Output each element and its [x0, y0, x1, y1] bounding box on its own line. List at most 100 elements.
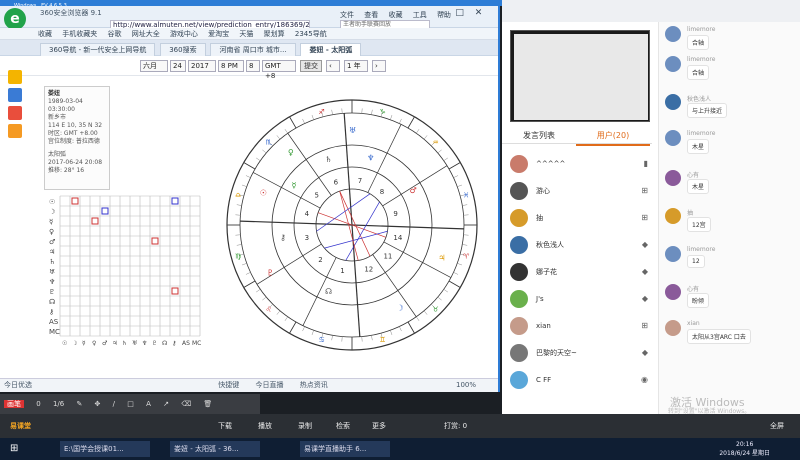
video-preview[interactable]: [510, 30, 650, 122]
bookmark-item[interactable]: 收藏: [38, 30, 52, 38]
house-number: 3: [305, 234, 309, 242]
chat-nick: 心有: [687, 286, 700, 293]
planet-glyph: ♄: [122, 340, 127, 347]
planet-glyph: ♃: [112, 340, 117, 347]
trash-icon[interactable]: 🗑: [203, 400, 212, 408]
tab-360nav[interactable]: 360导航 - 新一代安全上网导航: [40, 43, 156, 56]
weibo-icon[interactable]: [8, 106, 22, 120]
video-content: [514, 34, 648, 120]
text-icon[interactable]: A: [146, 400, 151, 408]
user-list-item[interactable]: 巴黎的天空~ ◆: [510, 339, 648, 366]
status-item[interactable]: 今日直播: [255, 381, 283, 389]
user-list-item[interactable]: J's ◆: [510, 285, 648, 312]
game-icon[interactable]: [8, 124, 22, 138]
arrow-icon[interactable]: ↗: [163, 400, 169, 408]
planet-glyph: ☽: [72, 340, 77, 347]
user-list-item[interactable]: ^^^^^ ▮: [510, 150, 648, 177]
hour-select[interactable]: 8 PM: [218, 60, 244, 72]
tab-strip: 360导航 - 新一代安全上网导航 360搜索 河南省 周口市 城市... 娄妞…: [0, 40, 498, 56]
minimize-icon[interactable]: –: [440, 8, 445, 18]
eraser-icon[interactable]: ⌫: [181, 400, 191, 408]
user-list-item[interactable]: 抽 ⊞: [510, 204, 648, 231]
avatar: [665, 170, 681, 186]
planet-glyph: ♀: [288, 148, 294, 157]
close-icon[interactable]: ✕: [475, 8, 483, 18]
taskbar-item[interactable]: 娄妞 - 太阳弧 - 36...: [170, 441, 260, 457]
start-icon[interactable]: ⊞: [6, 441, 22, 457]
tab-speech-list[interactable]: 发言列表: [502, 128, 576, 144]
app-icon[interactable]: [8, 88, 22, 102]
user-list-item[interactable]: xian ⊞: [510, 312, 648, 339]
bookmark-item[interactable]: 天猫: [239, 30, 253, 38]
minute-select[interactable]: 8: [246, 60, 260, 72]
prev-button[interactable]: ‹: [326, 60, 340, 72]
android-icon: ◆: [641, 267, 648, 276]
info-line: 宫位制度: 普拉西德: [48, 138, 100, 145]
taskbar-item[interactable]: E:\国学会授课01...: [60, 441, 150, 457]
submit-button[interactable]: 提交: [300, 60, 322, 72]
planet-glyph: ♂: [410, 186, 417, 195]
status-item[interactable]: 快捷键: [218, 381, 239, 389]
status-left[interactable]: 今日优选: [4, 381, 32, 389]
bookmark-item[interactable]: 爱淘宝: [208, 30, 229, 38]
tab-chart[interactable]: 娄妞 - 太阳弧: [300, 43, 362, 56]
move-icon[interactable]: ✥: [95, 400, 101, 408]
clock[interactable]: 20:16 2018/6/24 星期日: [719, 440, 770, 458]
house-number: 2: [318, 256, 322, 264]
bookmark-item[interactable]: 2345导航: [295, 30, 327, 38]
wheel-line: [236, 244, 242, 246]
tab-henan[interactable]: 河南省 周口市 城市...: [210, 43, 296, 56]
user-list-item[interactable]: 娜子花 ◆: [510, 258, 648, 285]
wheel-line: [462, 244, 468, 246]
wheel-line: [351, 224, 464, 230]
menu-view[interactable]: 查看: [364, 11, 378, 19]
bookmark-item[interactable]: 谷歌: [107, 30, 121, 38]
download-button[interactable]: 下载: [218, 414, 232, 438]
bookmark-item[interactable]: 手机收藏夹: [62, 30, 97, 38]
avatar: [510, 370, 528, 389]
browser-logo[interactable]: e: [4, 8, 26, 30]
maximize-icon[interactable]: □: [455, 8, 464, 18]
wheel-line: [331, 109, 333, 115]
zodiac-sign: ♓: [463, 191, 469, 199]
rect-icon[interactable]: □: [127, 400, 134, 408]
fullscreen-button[interactable]: 全屏: [770, 414, 784, 438]
search-button[interactable]: 检索: [336, 414, 350, 438]
bookmark-item[interactable]: 网址大全: [132, 30, 160, 38]
zoom-level[interactable]: 100%: [456, 379, 476, 392]
play-button[interactable]: 播放: [258, 414, 272, 438]
taskbar-item[interactable]: 易课学直播助手 6...: [300, 441, 390, 457]
chat-panel: limemore 合轴 limemore 合轴 秋色浅人 与上升接近 limemore 木星心…: [658, 22, 800, 418]
user-list-item[interactable]: 秋色浅人 ◆: [510, 231, 648, 258]
menu-tools[interactable]: 工具: [413, 11, 427, 19]
step-select[interactable]: 1 年: [344, 60, 368, 72]
wheel-line: [256, 289, 261, 293]
star-icon[interactable]: [8, 70, 22, 84]
window-controls: – □ ✕: [440, 8, 490, 18]
more-button[interactable]: 更多: [372, 414, 386, 438]
next-button[interactable]: ›: [372, 60, 386, 72]
month-select[interactable]: 六月: [140, 60, 168, 72]
tab-users[interactable]: 用户(20): [576, 128, 650, 146]
timezone-select[interactable]: GMT +8: [262, 60, 296, 80]
line-icon[interactable]: /: [113, 400, 115, 408]
zodiac-sign: ♒: [432, 139, 438, 147]
user-list-item[interactable]: C FF ◉: [510, 366, 648, 393]
user-list-item[interactable]: 游心 ⊞: [510, 177, 648, 204]
status-item[interactable]: 热点资讯: [300, 381, 328, 389]
pen-label[interactable]: 画笔: [4, 400, 24, 408]
windows-icon: ⊞: [641, 213, 648, 222]
menu-file[interactable]: 文件: [340, 11, 354, 19]
record-button[interactable]: 录制: [298, 414, 312, 438]
house-number: 9: [393, 210, 397, 218]
day-select[interactable]: 24: [170, 60, 186, 72]
pen-size[interactable]: 0: [36, 400, 40, 408]
user-name: ^^^^^: [536, 159, 566, 168]
year-input[interactable]: 2017: [188, 60, 216, 72]
bookmark-item[interactable]: 聚划算: [264, 30, 285, 38]
tab-360search[interactable]: 360搜索: [160, 43, 206, 56]
pen-icon[interactable]: ✎: [76, 400, 82, 408]
wheel-line: [372, 254, 417, 317]
bookmark-item[interactable]: 游戏中心: [170, 30, 198, 38]
menu-favorites[interactable]: 收藏: [388, 11, 402, 19]
